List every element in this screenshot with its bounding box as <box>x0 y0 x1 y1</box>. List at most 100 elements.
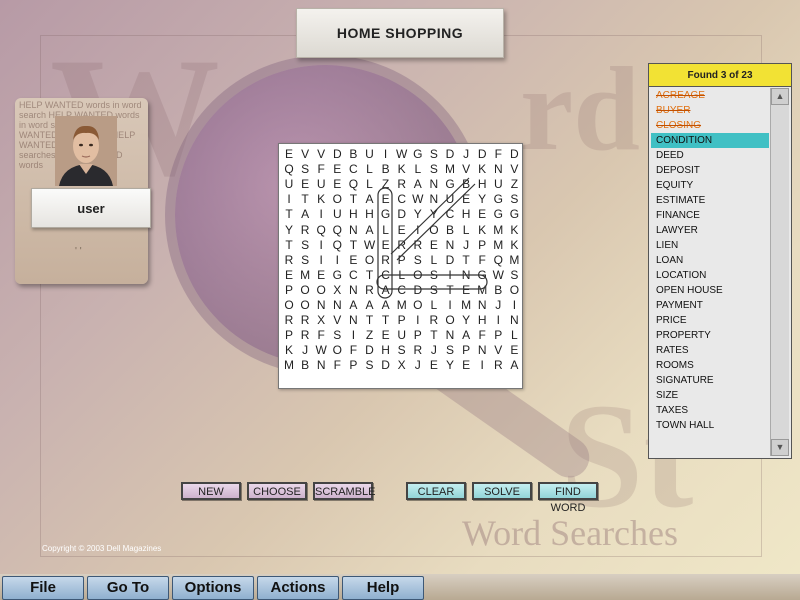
word-list-item[interactable]: LIEN <box>651 238 769 253</box>
grid-cell[interactable]: P <box>458 343 474 358</box>
grid-cell[interactable]: S <box>506 192 522 207</box>
grid-cell[interactable]: L <box>426 298 442 313</box>
grid-cell[interactable]: H <box>458 207 474 222</box>
grid-cell[interactable]: P <box>394 253 410 268</box>
grid-cell[interactable]: P <box>345 358 361 373</box>
grid-cell[interactable]: T <box>458 253 474 268</box>
grid-cell[interactable]: Q <box>313 223 329 238</box>
grid-cell[interactable]: T <box>442 283 458 298</box>
find-word-button[interactable]: FIND WORD <box>538 482 598 514</box>
grid-cell[interactable]: E <box>329 177 345 192</box>
grid-cell[interactable]: R <box>281 253 297 268</box>
grid-cell[interactable]: M <box>490 238 506 253</box>
grid-cell[interactable]: S <box>426 162 442 177</box>
grid-cell[interactable]: P <box>281 328 297 343</box>
grid-cell[interactable]: W <box>410 192 426 207</box>
grid-cell[interactable]: O <box>410 268 426 283</box>
word-list[interactable]: ACREAGE BUYER CLOSING CONDITION DEED DEPOSIT E… <box>651 88 769 433</box>
grid-cell[interactable]: P <box>474 238 490 253</box>
grid-cell[interactable]: N <box>313 298 329 313</box>
word-list-item[interactable]: FINANCE <box>651 208 769 223</box>
grid-cell[interactable]: V <box>506 162 522 177</box>
grid-cell[interactable]: E <box>394 223 410 238</box>
grid-cell[interactable]: I <box>345 328 361 343</box>
grid-cell[interactable]: U <box>490 177 506 192</box>
word-list-item[interactable]: DEED <box>651 148 769 163</box>
grid-cell[interactable]: M <box>506 253 522 268</box>
grid-cell[interactable]: T <box>345 192 361 207</box>
grid-cell[interactable]: B <box>345 147 361 162</box>
word-list-item[interactable]: ESTIMATE <box>651 193 769 208</box>
grid-cell[interactable]: G <box>474 268 490 283</box>
grid-cell[interactable]: L <box>362 177 378 192</box>
grid-cell[interactable]: O <box>329 192 345 207</box>
grid-cell[interactable]: E <box>458 192 474 207</box>
grid-cell[interactable]: G <box>410 147 426 162</box>
grid-cell[interactable]: D <box>442 253 458 268</box>
grid-cell[interactable]: A <box>362 298 378 313</box>
grid-cell[interactable]: M <box>297 268 313 283</box>
word-list-item[interactable]: EQUITY <box>651 178 769 193</box>
grid-cell[interactable]: Q <box>329 223 345 238</box>
grid-cell[interactable]: O <box>506 283 522 298</box>
grid-cell[interactable]: T <box>362 313 378 328</box>
grid-cell[interactable]: O <box>442 313 458 328</box>
grid-cell[interactable]: B <box>378 162 394 177</box>
grid-cell[interactable]: S <box>394 343 410 358</box>
grid-cell[interactable]: K <box>474 162 490 177</box>
grid-cell[interactable]: A <box>378 283 394 298</box>
grid-cell[interactable]: V <box>329 313 345 328</box>
grid-cell[interactable]: J <box>490 298 506 313</box>
grid-cell[interactable]: J <box>410 358 426 373</box>
grid-cell[interactable]: I <box>378 147 394 162</box>
grid-cell[interactable]: M <box>281 358 297 373</box>
grid-cell[interactable]: Z <box>378 177 394 192</box>
grid-cell[interactable]: N <box>490 162 506 177</box>
grid-cell[interactable]: L <box>458 223 474 238</box>
grid-cell[interactable]: I <box>410 313 426 328</box>
grid-cell[interactable]: U <box>362 147 378 162</box>
grid-cell[interactable]: I <box>313 238 329 253</box>
grid-cell[interactable]: R <box>281 313 297 328</box>
grid-cell[interactable]: O <box>281 298 297 313</box>
grid-cell[interactable]: R <box>426 313 442 328</box>
grid-cell[interactable]: F <box>313 328 329 343</box>
grid-cell[interactable]: D <box>394 207 410 222</box>
grid-cell[interactable]: C <box>394 192 410 207</box>
grid-cell[interactable]: E <box>378 328 394 343</box>
grid-cell[interactable]: L <box>362 162 378 177</box>
word-list-item[interactable]: TOWN HALL <box>651 418 769 433</box>
grid-cell[interactable]: I <box>490 313 506 328</box>
grid-cell[interactable]: O <box>313 283 329 298</box>
word-list-item[interactable]: ACREAGE <box>651 88 769 103</box>
grid-cell[interactable]: C <box>442 207 458 222</box>
grid-cell[interactable]: V <box>490 343 506 358</box>
grid-cell[interactable]: T <box>426 328 442 343</box>
grid-cell[interactable]: E <box>329 162 345 177</box>
grid-cell[interactable]: Y <box>281 223 297 238</box>
grid-cell[interactable]: E <box>426 358 442 373</box>
menu-go-to[interactable]: Go To <box>87 576 169 600</box>
grid-cell[interactable]: I <box>329 253 345 268</box>
grid-cell[interactable]: O <box>362 253 378 268</box>
grid-cell[interactable]: N <box>474 298 490 313</box>
grid-cell[interactable]: N <box>345 313 361 328</box>
grid-cell[interactable]: I <box>442 268 458 283</box>
grid-cell[interactable]: I <box>474 358 490 373</box>
grid-cell[interactable]: I <box>281 192 297 207</box>
grid-cell[interactable]: J <box>458 238 474 253</box>
menu-actions[interactable]: Actions <box>257 576 339 600</box>
grid-cell[interactable]: S <box>426 268 442 283</box>
grid-cell[interactable]: P <box>490 328 506 343</box>
grid-cell[interactable]: U <box>442 192 458 207</box>
grid-cell[interactable]: K <box>313 192 329 207</box>
grid-cell[interactable]: X <box>313 313 329 328</box>
grid-cell[interactable]: E <box>474 207 490 222</box>
grid-cell[interactable]: Z <box>506 177 522 192</box>
grid-cell[interactable]: G <box>490 192 506 207</box>
grid-cell[interactable]: D <box>474 147 490 162</box>
grid-cell[interactable]: O <box>410 298 426 313</box>
grid-cell[interactable]: R <box>490 358 506 373</box>
grid-cell[interactable]: N <box>474 343 490 358</box>
choose-button[interactable]: CHOOSE <box>247 482 307 500</box>
